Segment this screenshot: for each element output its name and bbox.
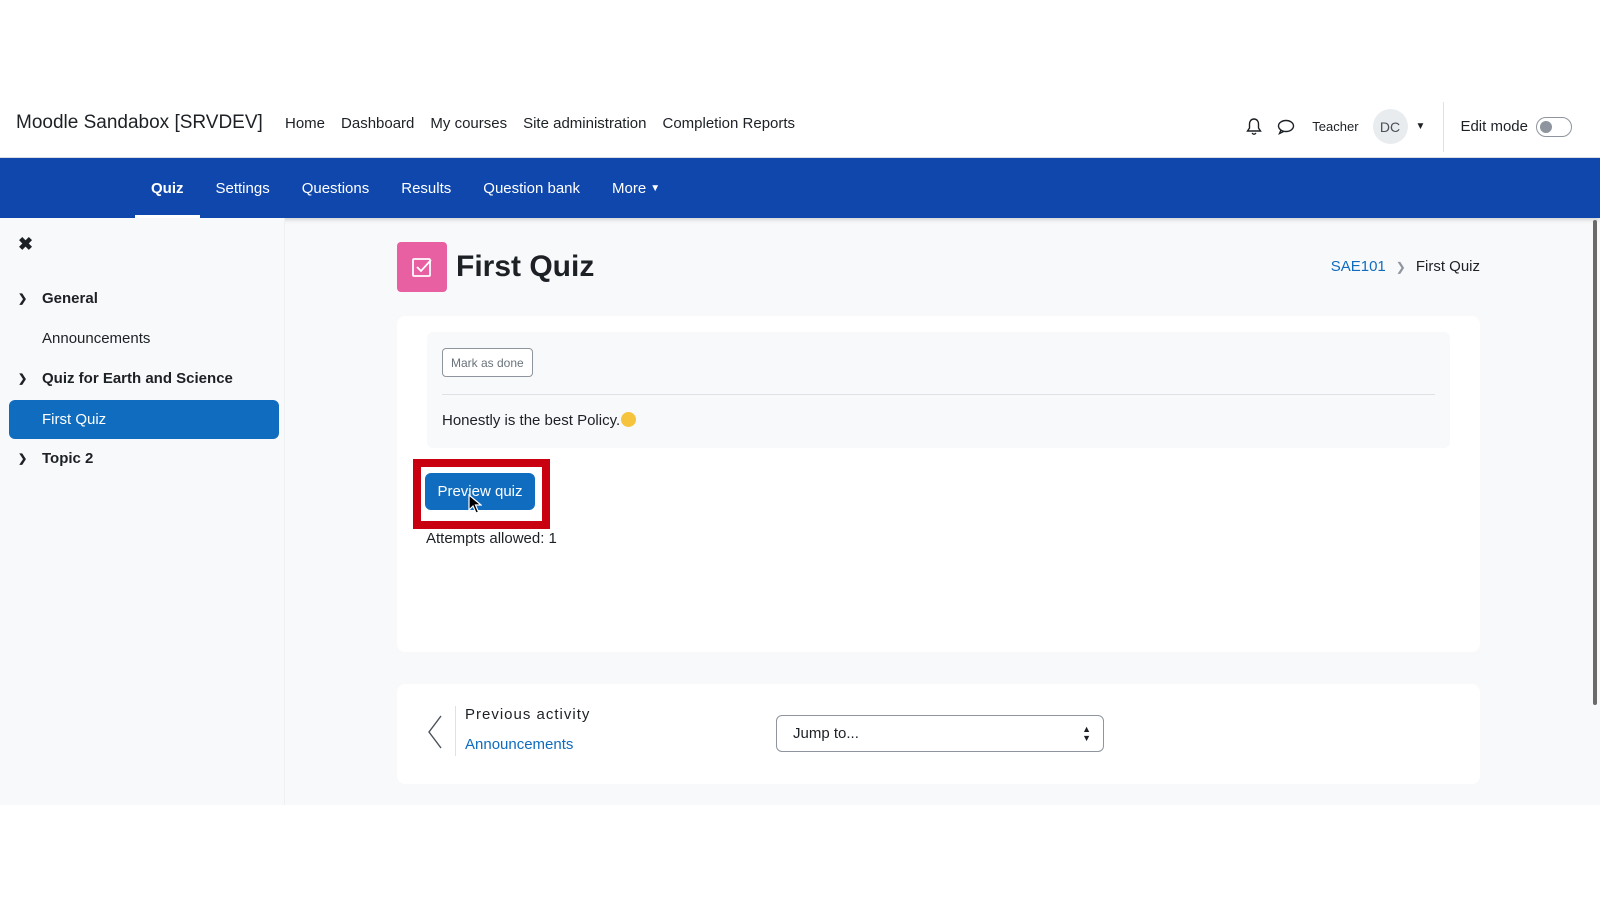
course-index-drawer: ✖ ❯ General Announcements ❯ Quiz for Ear… [0, 218, 285, 805]
tab-results[interactable]: Results [385, 158, 467, 218]
chevron-down-icon: ❯ [18, 373, 28, 385]
breadcrumb-current: First Quiz [1415, 258, 1480, 275]
section-topic-2[interactable]: ❯ Topic 2 [18, 450, 93, 467]
mouse-pointer-icon [468, 493, 483, 519]
avatar[interactable]: DC [1372, 109, 1408, 144]
divider [442, 394, 1435, 395]
nav-home[interactable]: Home [285, 115, 325, 132]
chevron-down-icon: ❯ [18, 453, 28, 465]
chevron-right-icon: ❯ [1395, 259, 1406, 274]
nav-my-courses[interactable]: My courses [430, 115, 507, 132]
previous-activity-label: Previous activity [465, 706, 591, 723]
secondary-nav: Quiz Settings Questions Results Question… [0, 158, 1600, 218]
tab-more[interactable]: More ▼ [596, 158, 676, 218]
tab-questions[interactable]: Questions [286, 158, 386, 218]
section-general[interactable]: ❯ General [18, 290, 98, 307]
course-item-first-quiz[interactable]: First Quiz [9, 400, 279, 439]
activity-navigation: Previous activity Announcements Jump to.… [397, 684, 1480, 784]
primary-nav: Home Dashboard My courses Site administr… [285, 115, 811, 132]
jump-to-value: Jump to... [793, 725, 859, 742]
tab-quiz[interactable]: Quiz [135, 158, 200, 218]
close-icon[interactable]: ✖ [18, 234, 33, 255]
tab-more-label: More [612, 179, 647, 197]
top-navbar: Moodle Sandabox [SRVDEV] Home Dashboard … [0, 95, 1600, 158]
divider [455, 706, 456, 756]
page-scrollbar[interactable] [1593, 220, 1597, 705]
chevron-down-icon: ❯ [18, 293, 28, 305]
user-tools: Teacher DC ▼ Edit mode [1238, 95, 1600, 158]
attempts-allowed: Attempts allowed: 1 [426, 530, 557, 547]
toggle-knob [1540, 120, 1552, 133]
tab-question-bank[interactable]: Question bank [467, 158, 596, 218]
chevron-down-icon: ▼ [650, 182, 661, 194]
chevron-down-icon[interactable]: ▼ [1416, 121, 1426, 132]
activity-information: Mark as done Honestly is the best Policy… [427, 332, 1450, 448]
edit-mode-label: Edit mode [1460, 118, 1528, 135]
mark-as-done-button[interactable]: Mark as done [442, 348, 533, 377]
breadcrumb: SAE101 ❯ First Quiz [1331, 258, 1480, 275]
message-icon[interactable] [1270, 111, 1302, 143]
jump-to-select[interactable]: Jump to... ▲ ▼ [776, 715, 1104, 752]
edit-mode-control: Edit mode [1444, 116, 1600, 137]
select-arrows-icon: ▲ ▼ [1082, 724, 1091, 743]
bell-icon[interactable] [1238, 111, 1270, 143]
nav-dashboard[interactable]: Dashboard [341, 115, 414, 132]
emoji-icon [621, 412, 637, 427]
section-label: General [42, 290, 98, 307]
activity-description: Honestly is the best Policy. [442, 412, 637, 429]
activity-card: Mark as done Honestly is the best Policy… [397, 316, 1480, 652]
user-role: Teacher [1312, 119, 1359, 134]
tab-settings[interactable]: Settings [200, 158, 286, 218]
previous-activity-link[interactable]: Announcements [465, 736, 573, 753]
nav-completion-reports[interactable]: Completion Reports [663, 115, 796, 132]
page-header: First Quiz [397, 242, 594, 292]
edit-mode-toggle[interactable] [1536, 116, 1572, 137]
nav-site-administration[interactable]: Site administration [523, 115, 646, 132]
section-label: Topic 2 [42, 450, 94, 467]
section-quiz-earth-science[interactable]: ❯ Quiz for Earth and Science [18, 370, 233, 387]
breadcrumb-course[interactable]: SAE101 [1331, 258, 1386, 275]
quiz-icon [397, 242, 447, 292]
section-label: Quiz for Earth and Science [42, 370, 233, 387]
page-title: First Quiz [456, 250, 595, 283]
chevron-left-icon[interactable] [427, 714, 443, 755]
description-text: Honestly is the best Policy. [442, 412, 621, 429]
course-item-announcements[interactable]: Announcements [42, 330, 150, 347]
site-brand[interactable]: Moodle Sandabox [SRVDEV] [16, 112, 263, 134]
